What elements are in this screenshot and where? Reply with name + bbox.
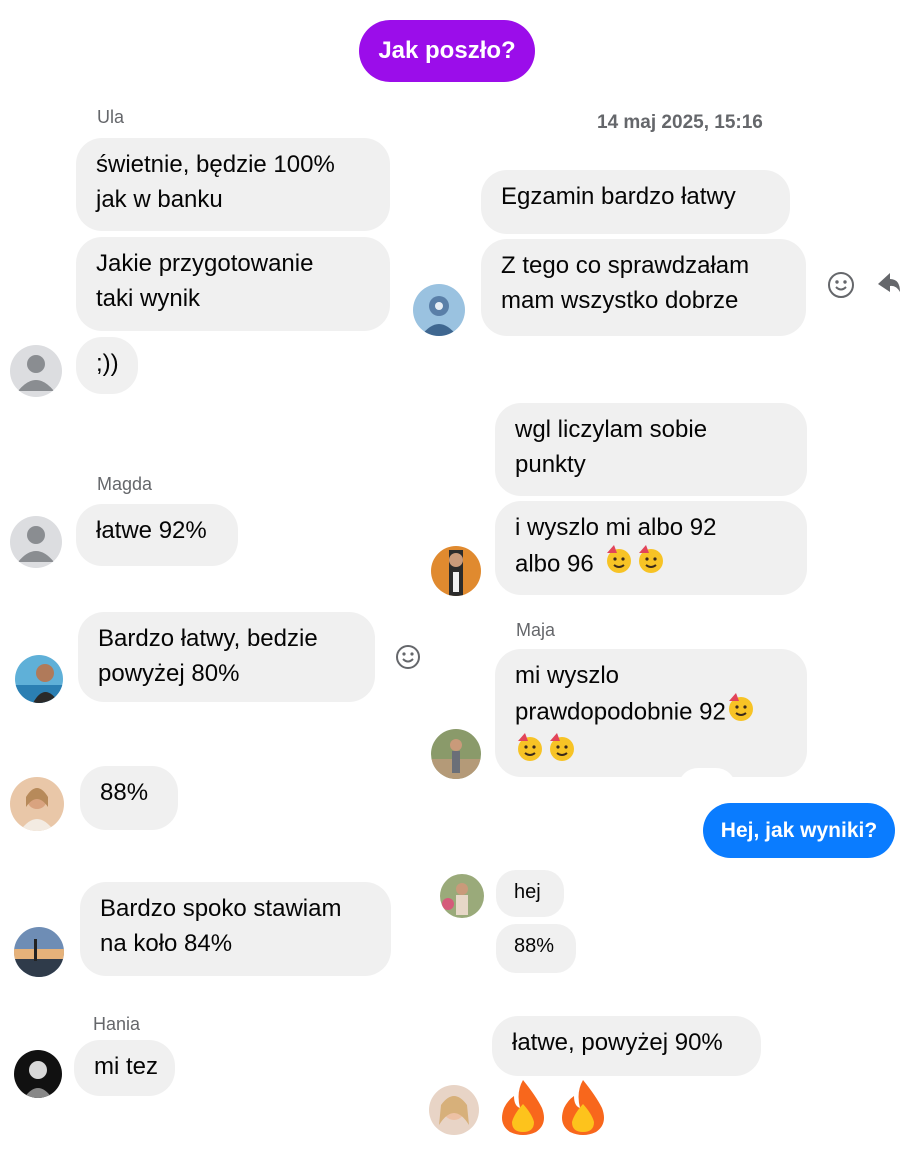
user-photo-icon xyxy=(413,284,465,336)
message-text: ;)) xyxy=(96,350,119,377)
avatar-photo[interactable] xyxy=(431,546,481,596)
message-text: hej xyxy=(514,881,541,903)
fire-emoji xyxy=(496,1078,610,1141)
partying-face-emoji xyxy=(515,733,579,773)
message-line: Bardzo spoko stawiam xyxy=(100,895,342,922)
message-text: łatwe 92% xyxy=(96,517,207,544)
message-bubble[interactable]: Z tego co sprawdzałam mam wszystko dobrz… xyxy=(481,239,806,336)
outgoing-message-blue[interactable]: Hej, jak wyniki? xyxy=(703,803,895,858)
message-line: Z tego co sprawdzałam xyxy=(501,252,750,279)
message-line: jak w banku xyxy=(96,186,223,213)
message-bubble[interactable]: łatwe, powyżej 90% xyxy=(492,1016,761,1076)
message-line: i wyszlo mi albo 92 xyxy=(515,514,717,541)
avatar-photo[interactable] xyxy=(429,1085,479,1135)
message-text: albo 96 xyxy=(515,550,594,578)
avatar-photo[interactable] xyxy=(440,874,484,918)
user-photo-icon xyxy=(10,777,64,831)
message-line xyxy=(515,733,787,773)
user-photo-icon xyxy=(440,874,484,918)
message-text: Hej, jak wyniki? xyxy=(720,819,878,842)
avatar-default[interactable] xyxy=(10,516,62,568)
message-text: 88% xyxy=(514,935,555,957)
partying-face-emoji xyxy=(726,693,756,733)
topic-pill: Jak poszło? xyxy=(359,20,535,82)
message-line: albo 96 xyxy=(515,545,787,585)
message-bubble[interactable]: hej xyxy=(496,870,564,917)
user-photo-icon xyxy=(429,1085,479,1135)
message-text: łatwe, powyżej 90% xyxy=(512,1029,723,1056)
avatar-default[interactable] xyxy=(10,345,62,397)
message-bubble[interactable]: 88% xyxy=(80,766,178,830)
timestamp: 14 maj 2025, 15:16 xyxy=(597,112,763,133)
sender-name-hania: Hania xyxy=(93,1014,141,1034)
avatar-photo[interactable] xyxy=(14,927,64,977)
message-bubble[interactable]: ;)) xyxy=(76,337,138,394)
user-photo-icon xyxy=(14,1050,62,1098)
avatar-photo[interactable] xyxy=(431,729,481,779)
avatar-photo[interactable] xyxy=(413,284,465,336)
user-photo-icon xyxy=(431,546,481,596)
forward-arrow-icon[interactable] xyxy=(878,270,900,305)
message-text: mi tez xyxy=(94,1053,159,1080)
message-line: prawdopodobnie 92 xyxy=(515,693,787,733)
sender-name-magda: Magda xyxy=(97,474,153,494)
message-text: 88% xyxy=(100,779,149,806)
avatar-photo[interactable] xyxy=(10,777,64,831)
message-line: taki wynik xyxy=(96,285,201,312)
smiley-face-icon[interactable] xyxy=(826,270,856,305)
message-line: Bardzo łatwy, bedzie xyxy=(98,625,318,652)
smiley-face-icon[interactable] xyxy=(394,643,422,676)
partying-face-emoji xyxy=(604,545,668,585)
sender-name-maja: Maja xyxy=(516,620,556,640)
avatar-photo[interactable] xyxy=(14,1050,62,1098)
sender-name-ula: Ula xyxy=(97,107,125,127)
message-bubble[interactable]: Jakie przygotowanie taki wynik xyxy=(76,237,390,331)
message-bubble[interactable]: mi wyszlo prawdopodobnie 92 xyxy=(495,649,807,777)
message-bubble[interactable]: Egzamin bardzo łatwy xyxy=(481,170,790,234)
user-photo-icon xyxy=(15,655,63,703)
message-bubble[interactable]: Bardzo spoko stawiam na koło 84% xyxy=(80,882,391,976)
message-bubble[interactable]: Bardzo łatwy, bedzie powyżej 80% xyxy=(78,612,375,702)
message-bubble[interactable]: 88% xyxy=(496,924,576,973)
message-line: wgl liczylam sobie xyxy=(515,416,708,443)
message-bubble[interactable]: łatwe 92% xyxy=(76,504,238,566)
message-line: mi wyszlo xyxy=(515,662,620,689)
message-line: świetnie, będzie 100% xyxy=(96,151,335,178)
message-text: Egzamin bardzo łatwy xyxy=(501,183,736,210)
user-photo-icon xyxy=(14,927,64,977)
message-text: prawdopodobnie 92 xyxy=(515,698,726,726)
avatar-photo[interactable] xyxy=(15,655,63,703)
message-line: na koło 84% xyxy=(100,930,233,957)
person-placeholder-icon xyxy=(10,345,62,397)
message-bubble[interactable]: i wyszlo mi albo 92 albo 96 xyxy=(495,501,807,595)
message-bubble[interactable]: wgl liczylam sobie punkty xyxy=(495,403,807,496)
reaction-bubble[interactable] xyxy=(678,768,736,788)
message-line: mam wszystko dobrze xyxy=(501,287,739,314)
user-photo-icon xyxy=(431,729,481,779)
message-bubble[interactable]: mi tez xyxy=(74,1040,175,1096)
person-placeholder-icon xyxy=(10,516,62,568)
message-line: Jakie przygotowanie xyxy=(96,250,314,277)
topic-pill-text: Jak poszło? xyxy=(378,37,516,64)
message-line: powyżej 80% xyxy=(98,660,240,687)
message-bubble[interactable]: świetnie, będzie 100% jak w banku xyxy=(76,138,390,231)
message-line: punkty xyxy=(515,451,586,478)
